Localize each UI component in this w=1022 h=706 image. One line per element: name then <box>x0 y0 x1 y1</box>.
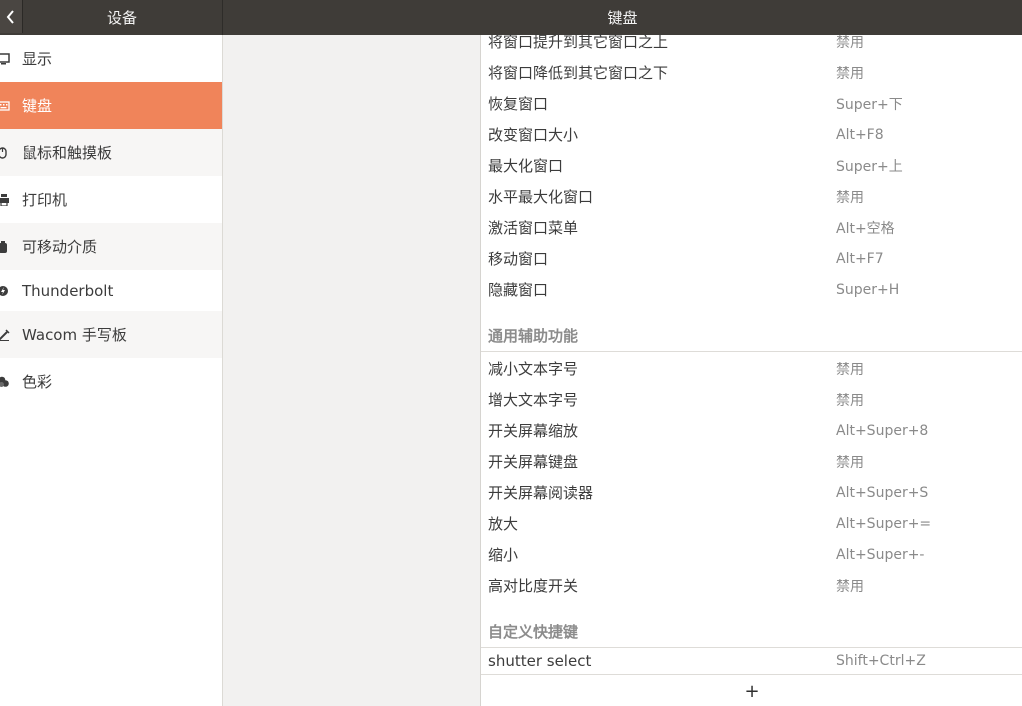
shortcut-key: Super+上 <box>836 158 903 175</box>
sidebar-item-label: 显示 <box>22 50 53 68</box>
tablet-icon <box>0 328 12 342</box>
mouse-icon <box>0 146 12 160</box>
back-button[interactable] <box>0 0 23 33</box>
sidebar-item-wacom[interactable]: Wacom 手写板 <box>0 311 222 358</box>
shortcut-name: 高对比度开关 <box>488 577 579 595</box>
sidebar-item-label: 鼠标和触摸板 <box>22 144 113 162</box>
divider <box>481 351 1022 352</box>
sidebar-item-removable-media[interactable]: 可移动介质 <box>0 223 222 270</box>
divider <box>481 674 1022 675</box>
sidebar-item-label: 键盘 <box>22 97 53 115</box>
section-title-accessibility: 通用辅助功能 <box>488 327 579 345</box>
sidebar-item-thunderbolt[interactable]: Thunderbolt <box>0 270 222 311</box>
shortcut-name: 隐藏窗口 <box>488 281 549 299</box>
section-title-custom: 自定义快捷键 <box>488 623 579 641</box>
printer-icon <box>0 193 12 207</box>
shortcut-name: 缩小 <box>488 546 519 564</box>
shortcut-key: Super+下 <box>836 96 903 113</box>
shortcut-row[interactable]: 改变窗口大小 Alt+F8 <box>481 119 1022 150</box>
shortcut-key: Alt+Super+- <box>836 546 925 563</box>
shortcut-key: Alt+空格 <box>836 220 895 237</box>
sidebar-item-label: Wacom 手写板 <box>22 326 127 344</box>
sidebar-header: 设备 <box>0 0 223 35</box>
shortcut-key: Super+H <box>836 281 900 298</box>
shortcut-key: 禁用 <box>836 34 864 51</box>
shortcut-row[interactable]: 减小文本字号 禁用 <box>481 353 1022 384</box>
shortcut-key: 禁用 <box>836 65 864 82</box>
sidebar-item-label: 打印机 <box>22 191 68 209</box>
shortcut-key: 禁用 <box>836 454 864 471</box>
sidebar-item-label: Thunderbolt <box>22 281 114 300</box>
shortcut-key: 禁用 <box>836 392 864 409</box>
sidebar: 显示 键盘 鼠标和触摸板 打印机 可移动介质 Thunderbolt Wacom… <box>0 35 223 706</box>
shortcut-name: 改变窗口大小 <box>488 126 579 144</box>
shortcut-name: shutter select <box>488 651 592 670</box>
removable-media-icon <box>0 240 12 254</box>
sidebar-item-color[interactable]: 色彩 <box>0 358 222 405</box>
shortcut-name: 开关屏幕缩放 <box>488 422 579 440</box>
shortcut-row[interactable]: 增大文本字号 禁用 <box>481 384 1022 415</box>
shortcut-key: Alt+Super+8 <box>836 422 929 439</box>
shortcut-row[interactable]: 激活窗口菜单 Alt+空格 <box>481 212 1022 243</box>
shortcut-name: 开关屏幕阅读器 <box>488 484 594 502</box>
shortcut-key: Alt+F8 <box>836 126 884 143</box>
color-icon <box>0 375 12 389</box>
shortcut-row[interactable]: 最大化窗口 Super+上 <box>481 150 1022 181</box>
keyboard-icon <box>0 99 12 113</box>
shortcut-row[interactable]: 开关屏幕缩放 Alt+Super+8 <box>481 415 1022 446</box>
shortcut-name: 移动窗口 <box>488 250 549 268</box>
plus-icon: + <box>744 680 760 702</box>
shortcut-name: 减小文本字号 <box>488 360 579 378</box>
shortcut-name: 将窗口降低到其它窗口之下 <box>488 64 669 82</box>
shortcut-row[interactable]: 恢复窗口 Super+下 <box>481 88 1022 119</box>
shortcut-key: 禁用 <box>836 578 864 595</box>
shortcut-row[interactable]: shutter select Shift+Ctrl+Z <box>481 645 1022 676</box>
shortcut-row[interactable]: 缩小 Alt+Super+- <box>481 539 1022 570</box>
chevron-left-icon <box>6 9 14 24</box>
thunderbolt-icon <box>0 284 12 298</box>
shortcut-row[interactable]: 开关屏幕键盘 禁用 <box>481 446 1022 477</box>
shortcut-key: Alt+Super+S <box>836 484 929 501</box>
display-icon <box>0 52 12 66</box>
shortcut-key: 禁用 <box>836 189 864 206</box>
shortcut-row[interactable]: 将窗口提升到其它窗口之上 禁用 <box>481 26 1022 57</box>
shortcut-row[interactable]: 移动窗口 Alt+F7 <box>481 243 1022 274</box>
shortcut-name: 水平最大化窗口 <box>488 188 594 206</box>
shortcut-name: 激活窗口菜单 <box>488 219 579 237</box>
shortcut-row[interactable]: 开关屏幕阅读器 Alt+Super+S <box>481 477 1022 508</box>
sidebar-item-keyboard[interactable]: 键盘 <box>0 82 222 129</box>
sidebar-item-display[interactable]: 显示 <box>0 35 222 82</box>
shortcut-key: Alt+F7 <box>836 250 884 267</box>
shortcut-name: 开关屏幕键盘 <box>488 453 579 471</box>
shortcut-key: 禁用 <box>836 361 864 378</box>
sidebar-item-printer[interactable]: 打印机 <box>0 176 222 223</box>
shortcut-name: 增大文本字号 <box>488 391 579 409</box>
sidebar-item-label: 色彩 <box>22 373 53 391</box>
shortcut-row[interactable]: 水平最大化窗口 禁用 <box>481 181 1022 212</box>
shortcut-name: 放大 <box>488 515 519 533</box>
shortcut-name: 将窗口提升到其它窗口之上 <box>488 33 669 51</box>
shortcut-row[interactable]: 隐藏窗口 Super+H <box>481 274 1022 305</box>
shortcuts-list: 将窗口提升到其它窗口之上 禁用 将窗口降低到其它窗口之下 禁用 恢复窗口 Super+… <box>480 33 1022 706</box>
shortcut-row[interactable]: 将窗口降低到其它窗口之下 禁用 <box>481 57 1022 88</box>
shortcut-name: 恢复窗口 <box>488 95 549 113</box>
shortcut-name: 最大化窗口 <box>488 157 564 175</box>
shortcut-row[interactable]: 放大 Alt+Super+= <box>481 508 1022 539</box>
add-shortcut-button[interactable]: + <box>481 676 1022 706</box>
shortcut-key: Alt+Super+= <box>836 515 932 532</box>
sidebar-title: 设备 <box>106 9 137 27</box>
shortcut-row[interactable]: 高对比度开关 禁用 <box>481 570 1022 601</box>
sidebar-item-label: 可移动介质 <box>22 238 98 256</box>
shortcut-key: Shift+Ctrl+Z <box>836 652 926 669</box>
sidebar-item-mouse[interactable]: 鼠标和触摸板 <box>0 129 222 176</box>
